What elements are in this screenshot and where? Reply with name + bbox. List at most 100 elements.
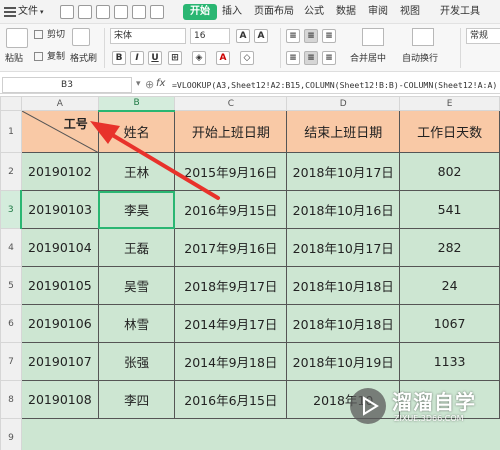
align-center-icon[interactable]: ≡ — [304, 51, 318, 65]
underline-icon[interactable]: U — [148, 51, 162, 65]
cell-id[interactable]: 20190105 — [20, 266, 99, 305]
cell-empty[interactable] — [174, 418, 288, 450]
font-name-select[interactable]: 宋体 — [110, 28, 186, 44]
cell-start[interactable]: 2018年9月17日 — [174, 266, 288, 305]
row-header-2[interactable]: 2 — [0, 152, 22, 191]
tab-view[interactable]: 视图 — [400, 0, 420, 24]
cell-days[interactable]: 802 — [399, 152, 500, 191]
cell-start[interactable]: 2014年9月18日 — [174, 342, 288, 381]
tab-developer[interactable]: 开发工具 — [440, 0, 480, 24]
cell-id[interactable]: 20190102 — [20, 152, 99, 191]
column-header-b[interactable]: B — [97, 96, 176, 112]
cell-end[interactable]: 2018年10月17日 — [286, 152, 401, 191]
border-icon[interactable]: ⊞ — [168, 51, 182, 65]
align-bottom-icon[interactable]: ≡ — [322, 29, 336, 43]
cell-name[interactable]: 王林 — [97, 152, 176, 191]
font-shrink-icon[interactable]: A — [254, 29, 268, 43]
row-header-8[interactable]: 8 — [0, 380, 22, 419]
cell-end[interactable]: 2018年10月18日 — [286, 266, 401, 305]
header-cell-name[interactable]: 姓名 — [97, 110, 176, 153]
cell-days[interactable]: 24 — [399, 266, 500, 305]
cut-button[interactable]: 剪切 — [47, 28, 65, 42]
italic-icon[interactable]: I — [130, 51, 144, 65]
align-middle-icon[interactable]: ≡ — [304, 29, 318, 43]
name-box[interactable]: B3 — [2, 77, 132, 93]
cell-days[interactable]: 541 — [399, 190, 500, 229]
select-all-corner[interactable] — [0, 96, 22, 111]
font-size-select[interactable]: 16 — [190, 28, 230, 44]
tab-insert[interactable]: 插入 — [222, 0, 242, 24]
tab-page-layout[interactable]: 页面布局 — [254, 0, 294, 24]
print-icon[interactable] — [96, 5, 110, 19]
cell-end[interactable]: 2018年10月17日 — [286, 228, 401, 267]
row-header-1[interactable]: 1 — [0, 110, 22, 153]
bold-icon[interactable]: B — [112, 51, 126, 65]
row-header-6[interactable]: 6 — [0, 304, 22, 343]
cell-start[interactable]: 2017年9月16日 — [174, 228, 288, 267]
cell-name-active[interactable]: 李昊 — [97, 190, 176, 229]
header-cell-days[interactable]: 工作日天数 — [399, 110, 500, 153]
cell-name[interactable]: 吴雪 — [97, 266, 176, 305]
repeat-icon[interactable] — [150, 5, 164, 19]
paste-button[interactable]: 粘贴 — [5, 52, 23, 66]
preview-icon[interactable] — [114, 5, 128, 19]
header-cell-end[interactable]: 结束上班日期 — [286, 110, 401, 153]
file-menu[interactable]: 文件 ▾ — [4, 0, 44, 24]
align-left-icon[interactable]: ≡ — [286, 51, 300, 65]
cell-id[interactable]: 20190107 — [20, 342, 99, 381]
column-header-d[interactable]: D — [286, 96, 401, 111]
cell-start[interactable]: 2015年9月16日 — [174, 152, 288, 191]
tab-review[interactable]: 审阅 — [368, 0, 388, 24]
cell-start[interactable]: 2016年6月15日 — [174, 380, 288, 419]
cell-end[interactable]: 2018年10月18日 — [286, 304, 401, 343]
cell-id[interactable]: 20190106 — [20, 304, 99, 343]
cell-start[interactable]: 2014年9月17日 — [174, 304, 288, 343]
font-grow-icon[interactable]: A — [236, 29, 250, 43]
cell-days[interactable]: 1133 — [399, 342, 500, 381]
row-header-9[interactable]: 9 — [0, 418, 22, 450]
cell-empty[interactable] — [97, 418, 176, 450]
cell-end[interactable]: 2018年10月19日 — [286, 342, 401, 381]
row-header-7[interactable]: 7 — [0, 342, 22, 381]
undo-icon[interactable] — [78, 5, 92, 19]
tab-formulas[interactable]: 公式 — [304, 0, 324, 24]
cell-start[interactable]: 2016年9月15日 — [174, 190, 288, 229]
cell-empty[interactable] — [20, 418, 99, 450]
column-header-e[interactable]: E — [399, 96, 500, 111]
header-cell-start[interactable]: 开始上班日期 — [174, 110, 288, 153]
wrap-text-button[interactable]: 自动换行 — [402, 52, 438, 66]
fill-color-icon[interactable]: ◈ — [192, 51, 206, 65]
header-cell-id[interactable]: 工号 — [20, 110, 99, 153]
format-painter-button[interactable]: 格式刷 — [70, 52, 97, 66]
align-top-icon[interactable]: ≡ — [286, 29, 300, 43]
redo-icon[interactable] — [132, 5, 146, 19]
formula-input[interactable]: =VLOOKUP(A3,Sheet12!A2:B15,COLUMN(Sheet1… — [172, 76, 500, 94]
cell-days[interactable]: 1067 — [399, 304, 500, 343]
tab-data[interactable]: 数据 — [336, 0, 356, 24]
chevron-down-icon[interactable]: ▾ — [136, 79, 141, 89]
cell-name[interactable]: 张强 — [97, 342, 176, 381]
clear-icon[interactable]: ◇ — [240, 51, 254, 65]
cell-id[interactable]: 20190104 — [20, 228, 99, 267]
save-icon[interactable] — [60, 5, 74, 19]
tab-home[interactable]: 开始 — [183, 4, 217, 20]
fx-icon[interactable]: fx — [156, 78, 165, 89]
cell-name[interactable]: 王磊 — [97, 228, 176, 267]
font-color-icon[interactable]: A — [216, 51, 230, 65]
cell-name[interactable]: 林雪 — [97, 304, 176, 343]
cell-id[interactable]: 20190103 — [20, 190, 99, 229]
row-header-4[interactable]: 4 — [0, 228, 22, 267]
column-header-a[interactable]: A — [20, 96, 99, 111]
cell-days[interactable]: 282 — [399, 228, 500, 267]
zoom-icon[interactable]: ⊕ — [145, 78, 154, 91]
row-header-5[interactable]: 5 — [0, 266, 22, 305]
merge-center-button[interactable]: 合并居中 — [350, 52, 386, 66]
number-format-select[interactable]: 常规 — [466, 28, 500, 44]
cell-name[interactable]: 李四 — [97, 380, 176, 419]
paste-icon[interactable] — [6, 28, 28, 48]
cell-end[interactable]: 2018年10月16日 — [286, 190, 401, 229]
cell-id[interactable]: 20190108 — [20, 380, 99, 419]
align-right-icon[interactable]: ≡ — [322, 51, 336, 65]
copy-button[interactable]: 复制 — [47, 50, 65, 64]
column-header-c[interactable]: C — [174, 96, 288, 111]
